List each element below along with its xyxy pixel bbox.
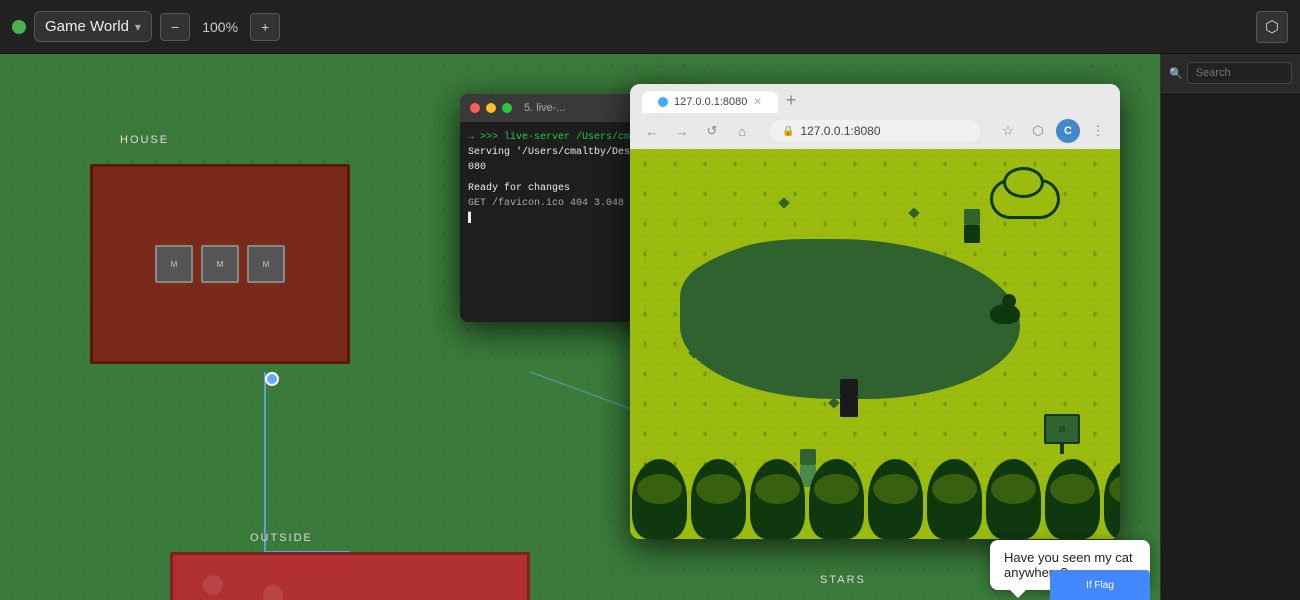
lock-icon: 🔒 xyxy=(782,126,794,137)
cloud-sprite xyxy=(990,179,1060,219)
tree-3 xyxy=(750,459,805,539)
search-icon: 🔍 xyxy=(1169,67,1183,80)
house-item-2: M xyxy=(201,245,239,283)
chevron-down-icon: ▾ xyxy=(135,20,141,34)
house-label: HOUSE xyxy=(120,134,169,146)
tab-favicon xyxy=(658,97,668,107)
terminal-title: 5. live-... xyxy=(524,102,566,114)
more-options-button[interactable]: ⋮ xyxy=(1086,119,1110,143)
character-1 xyxy=(964,209,980,243)
tree-8 xyxy=(1045,459,1100,539)
user-profile-button[interactable]: C xyxy=(1056,119,1080,143)
outside-label: OUTSIDE xyxy=(250,532,313,544)
signpost-sprite: ▤ xyxy=(1044,414,1080,444)
flag-label: If Flag xyxy=(1086,580,1114,591)
browser-toolbar: ← → ↺ ⌂ 🔒 127.0.0.1:8080 ☆ ⬡ C ⋮ xyxy=(630,113,1120,149)
tree-6 xyxy=(927,459,982,539)
duck-sprite xyxy=(990,304,1020,324)
flag-element[interactable]: If Flag xyxy=(1050,570,1150,600)
tree-4 xyxy=(809,459,864,539)
status-dot xyxy=(12,20,26,34)
toolbar: Game World ▾ − 100% + ⬡ xyxy=(0,0,1300,54)
browser-tabs: 127.0.0.1:8080 ✕ + xyxy=(630,84,1120,113)
house-item-3: M xyxy=(247,245,285,283)
address-bar[interactable]: 🔒 127.0.0.1:8080 xyxy=(770,120,980,142)
zoom-in-button[interactable]: + xyxy=(250,13,280,41)
browser-content: ▤ xyxy=(630,149,1120,539)
extensions-button[interactable]: ⬡ xyxy=(1026,119,1050,143)
tree-5 xyxy=(868,459,923,539)
character-npc xyxy=(840,379,858,417)
stars-label: STARS xyxy=(820,574,866,586)
outside-frame[interactable]: 🐱 xyxy=(170,552,530,600)
terminal-minimize-dot[interactable] xyxy=(486,103,496,113)
bookmark-button[interactable]: ☆ xyxy=(996,119,1020,143)
reload-button[interactable]: ↺ xyxy=(700,119,724,143)
terminal-close-dot[interactable] xyxy=(470,103,480,113)
tree-1 xyxy=(632,459,687,539)
tree-2 xyxy=(691,459,746,539)
house-interior: M M M xyxy=(93,167,347,361)
browser-tab-active[interactable]: 127.0.0.1:8080 ✕ xyxy=(642,91,778,113)
zoom-level: 100% xyxy=(198,19,242,35)
outside-detail-2 xyxy=(263,585,283,600)
back-button[interactable]: ← xyxy=(640,119,664,143)
zoom-out-button[interactable]: − xyxy=(160,13,190,41)
world-dropdown[interactable]: Game World ▾ xyxy=(34,11,152,42)
main-area: HOUSE M M M OUTSIDE 🐱 STARS xyxy=(0,54,1300,600)
world-name: Game World xyxy=(45,18,129,35)
house-item-1: M xyxy=(155,245,193,283)
export-icon[interactable]: ⬡ xyxy=(1256,11,1288,43)
tree-9 xyxy=(1104,459,1120,539)
terminal-fullscreen-dot[interactable] xyxy=(502,103,512,113)
home-button[interactable]: ⌂ xyxy=(730,119,754,143)
browser-window[interactable]: 127.0.0.1:8080 ✕ + ← → ↺ ⌂ 🔒 127.0.0.1:8… xyxy=(630,84,1120,539)
connector-dot xyxy=(265,372,279,386)
toolbar-right: ⬡ xyxy=(1256,11,1288,43)
tab-close-icon[interactable]: ✕ xyxy=(753,97,761,108)
forward-button[interactable]: → xyxy=(670,119,694,143)
game-canvas: ▤ xyxy=(630,149,1120,539)
house-frame[interactable]: M M M xyxy=(90,164,350,364)
tab-title: 127.0.0.1:8080 xyxy=(674,96,747,108)
outside-detail-1 xyxy=(203,575,223,595)
outside-interior: 🐱 xyxy=(173,555,527,600)
right-panel: 🔍 xyxy=(1160,54,1300,600)
new-tab-button[interactable]: + xyxy=(782,90,801,111)
search-input[interactable] xyxy=(1187,62,1292,84)
search-bar: 🔍 xyxy=(1161,54,1300,93)
url-text: 127.0.0.1:8080 xyxy=(800,124,880,138)
trees-row xyxy=(630,449,1120,539)
tree-7 xyxy=(986,459,1041,539)
